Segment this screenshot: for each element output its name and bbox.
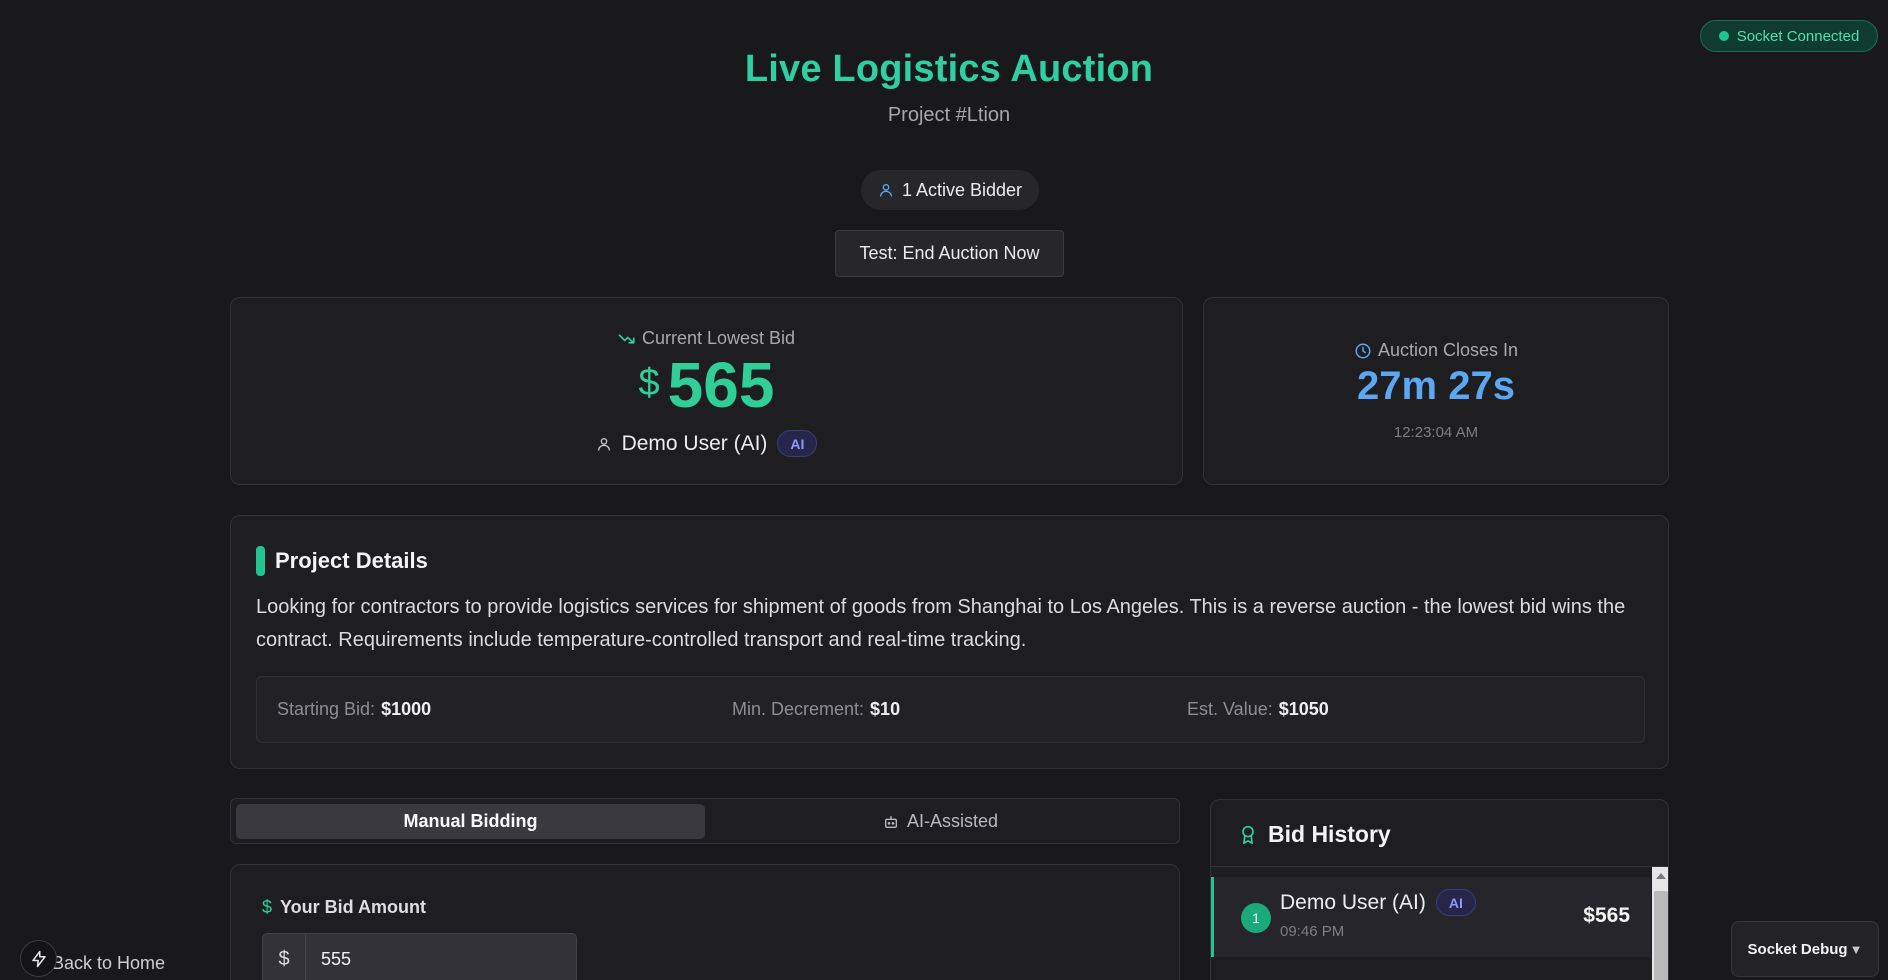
timer-remaining: 27m 27s — [1357, 364, 1515, 408]
project-details-heading: Project Details — [256, 546, 428, 576]
stat-min-decrement: Min. Decrement: $10 — [732, 699, 900, 720]
award-icon — [1242, 825, 1254, 844]
tab-label: Manual Bidding — [403, 811, 538, 831]
bid-form-card: $ Your Bid Amount $ — [230, 864, 1180, 980]
status-dot-icon — [1718, 31, 1729, 41]
current-bid-amount: 565 — [667, 349, 775, 421]
tab-ai-assisted[interactable]: AI-Assisted — [706, 804, 1175, 839]
ai-badge: AI — [1435, 889, 1476, 916]
timer-header: Auction Closes In — [1204, 340, 1668, 361]
ai-badge: AI — [777, 430, 818, 457]
page-subtitle: Project #Ltion — [887, 104, 1011, 126]
project-description: Looking for contractors to provide logis… — [256, 596, 1626, 651]
bidding-tabs: Manual Bidding AI-Assisted — [230, 798, 1180, 844]
bid-amount-label: Your Bid Amount — [280, 897, 426, 917]
bid-amount-input[interactable] — [306, 933, 577, 980]
bid-history-heading: Bid History — [1238, 821, 1391, 848]
clock-icon — [1355, 343, 1371, 358]
timer-label: Auction Closes In — [1377, 340, 1519, 360]
stat-label: Est. Value: — [1187, 699, 1273, 719]
current-bid-user: Demo User (AI) AI — [231, 430, 1182, 457]
bid-history-card: Bid History 1 Demo User (AI) AI 09:46 PM… — [1210, 799, 1669, 980]
stat-value: $1050 — [1278, 699, 1329, 719]
stat-value: $1000 — [381, 699, 432, 719]
bid-amount-input-group: $ — [262, 933, 577, 980]
currency-prefix: $ — [262, 933, 306, 980]
scrollbar-thumb[interactable] — [1654, 891, 1668, 980]
lightning-button[interactable] — [20, 940, 57, 977]
divider — [1211, 866, 1668, 867]
project-details-card: Project Details Looking for contractors … — [230, 515, 1669, 769]
bid-amount: $565 — [1583, 904, 1630, 927]
bid-time: 09:46 PM — [1280, 923, 1345, 940]
lightning-icon — [31, 950, 46, 967]
project-stats: Starting Bid: $1000 Min. Decrement: $10 Es… — [256, 676, 1645, 743]
stat-label: Min. Decrement: — [732, 699, 865, 719]
page-title: Live Logistics Auction — [744, 48, 1154, 90]
rank-badge: 1 — [1241, 903, 1271, 933]
auction-timer-card: Auction Closes In 27m 27s 12:23:04 AM — [1203, 297, 1669, 485]
current-bid-value: $ 565 — [231, 348, 1182, 422]
user-icon — [597, 437, 610, 451]
chevron-down-icon: ▼ — [1849, 941, 1863, 957]
socket-debug-button[interactable]: Socket Debug ▼ — [1731, 921, 1879, 977]
user-icon — [879, 184, 892, 197]
timer-timestamp: 12:23:04 AM — [1393, 424, 1479, 441]
scroll-up-icon[interactable] — [1656, 873, 1666, 879]
stat-label: Starting Bid: — [277, 699, 376, 719]
bid-history-title: Bid History — [1268, 821, 1391, 847]
bidder-name: Demo User (AI) — [1280, 890, 1426, 914]
dollar-icon: $ — [638, 362, 660, 404]
bid-amount-heading: $ Your Bid Amount — [262, 897, 426, 918]
dollar-icon: $ — [262, 897, 273, 917]
bot-icon — [884, 815, 897, 828]
project-details-title: Project Details — [275, 548, 428, 573]
socket-debug-label: Socket Debug — [1747, 940, 1848, 958]
accent-bar — [256, 546, 265, 576]
current-bid-label: Current Lowest Bid — [641, 328, 796, 348]
back-to-home-link[interactable]: Back to Home — [52, 953, 165, 974]
trending-down-icon — [618, 333, 635, 344]
tab-label: AI-Assisted — [906, 811, 999, 831]
bid-history-row: 1 Demo User (AI) AI 09:46 PM $565 — [1211, 877, 1651, 957]
active-bidders-label: 1 Active Bidder — [901, 179, 1023, 200]
bidder-name-group: Demo User (AI) AI — [1280, 889, 1476, 916]
socket-status-label: Socket Connected — [1736, 27, 1860, 45]
current-bid-username: Demo User (AI) — [621, 431, 768, 455]
stat-value: $10 — [870, 699, 901, 719]
stat-starting-bid: Starting Bid: $1000 — [277, 699, 431, 720]
end-auction-button[interactable]: Test: End Auction Now — [835, 230, 1064, 277]
current-bid-header: Current Lowest Bid — [231, 328, 1182, 349]
active-bidders-badge: 1 Active Bidder — [861, 170, 1039, 210]
current-bid-card: Current Lowest Bid $ 565 Demo User (AI) … — [230, 297, 1183, 485]
history-scrollbar[interactable] — [1652, 867, 1668, 980]
stat-est-value: Est. Value: $1050 — [1187, 699, 1329, 720]
tab-manual-bidding[interactable]: Manual Bidding — [236, 804, 705, 839]
